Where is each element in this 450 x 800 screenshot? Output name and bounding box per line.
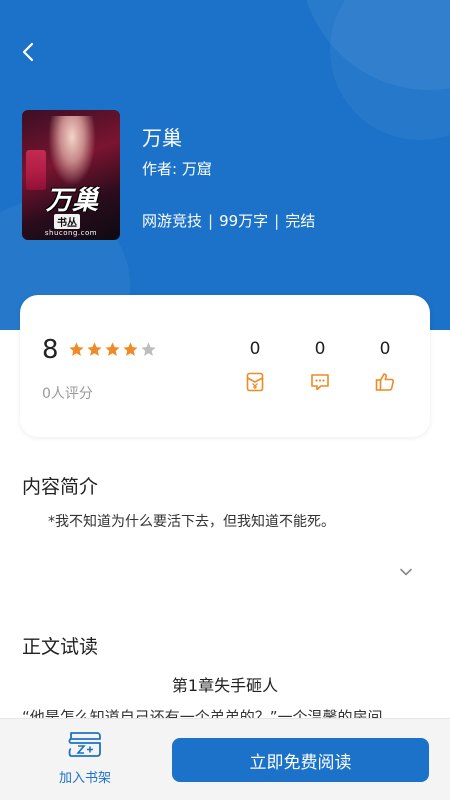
chevron-left-icon (22, 42, 34, 62)
reward-count: 0 (249, 339, 261, 359)
rating-stars (68, 341, 157, 358)
bottom-action-bar: 加入书架 立即免费阅读 (0, 718, 450, 800)
intro-text: *我不知道为什么要活下去，但我知道不能死。 (48, 514, 335, 530)
book-header: 万巢 书丛 shucong.com 万巢 作者: 万窟 网游竞技 | 99万字 … (0, 0, 450, 330)
book-category: 网游竞技 (142, 212, 203, 230)
book-word-count: 99万字 (219, 212, 269, 230)
thumbs-up-icon (375, 373, 395, 391)
rating-score: 8 (42, 335, 59, 365)
star-filled-icon (123, 342, 138, 356)
star-empty-icon (141, 342, 156, 356)
add-to-shelf-button[interactable]: 加入书架 (50, 729, 120, 791)
trial-title: 正文试读 (22, 636, 99, 658)
header-decoration (330, 0, 450, 140)
cover-site: shucong.com (44, 229, 98, 237)
cover-art (48, 116, 96, 186)
rating-card: 8 0人评分 0 0 0 (20, 295, 430, 437)
star-filled-icon (87, 342, 102, 356)
book-author[interactable]: 作者: 万窟 (142, 158, 212, 179)
like-count: 0 (379, 339, 391, 359)
expand-intro-button[interactable] (396, 562, 416, 582)
add-to-shelf-label: 加入书架 (58, 771, 111, 786)
free-read-button[interactable]: 立即免费阅读 (172, 738, 429, 782)
book-meta: 网游竞技 | 99万字 | 完结 (142, 210, 315, 231)
star-filled-icon (105, 342, 120, 356)
comment-stat[interactable]: 0 (300, 339, 340, 393)
book-cover[interactable]: 万巢 书丛 shucong.com (22, 110, 120, 240)
cover-logo: 书丛 (54, 214, 80, 229)
comment-icon (311, 374, 329, 391)
back-button[interactable] (14, 38, 42, 66)
book-title: 万巢 (142, 126, 182, 150)
meta-separator: | (208, 211, 214, 230)
intro-title: 内容简介 (22, 476, 99, 498)
reward-stat[interactable]: 0 (235, 339, 275, 393)
book-status: 完结 (285, 212, 316, 230)
red-envelope-icon (246, 372, 264, 392)
chapter-title: 第1章失手砸人 (171, 676, 279, 695)
bookshelf-add-icon (68, 732, 101, 757)
chevron-down-icon (400, 568, 412, 576)
rating-count: 0人评分 (42, 386, 93, 402)
like-stat[interactable]: 0 (365, 339, 405, 393)
comment-count: 0 (314, 339, 326, 359)
star-filled-icon (69, 342, 84, 356)
cover-title: 万巢 (45, 186, 98, 216)
meta-separator: | (274, 211, 280, 230)
